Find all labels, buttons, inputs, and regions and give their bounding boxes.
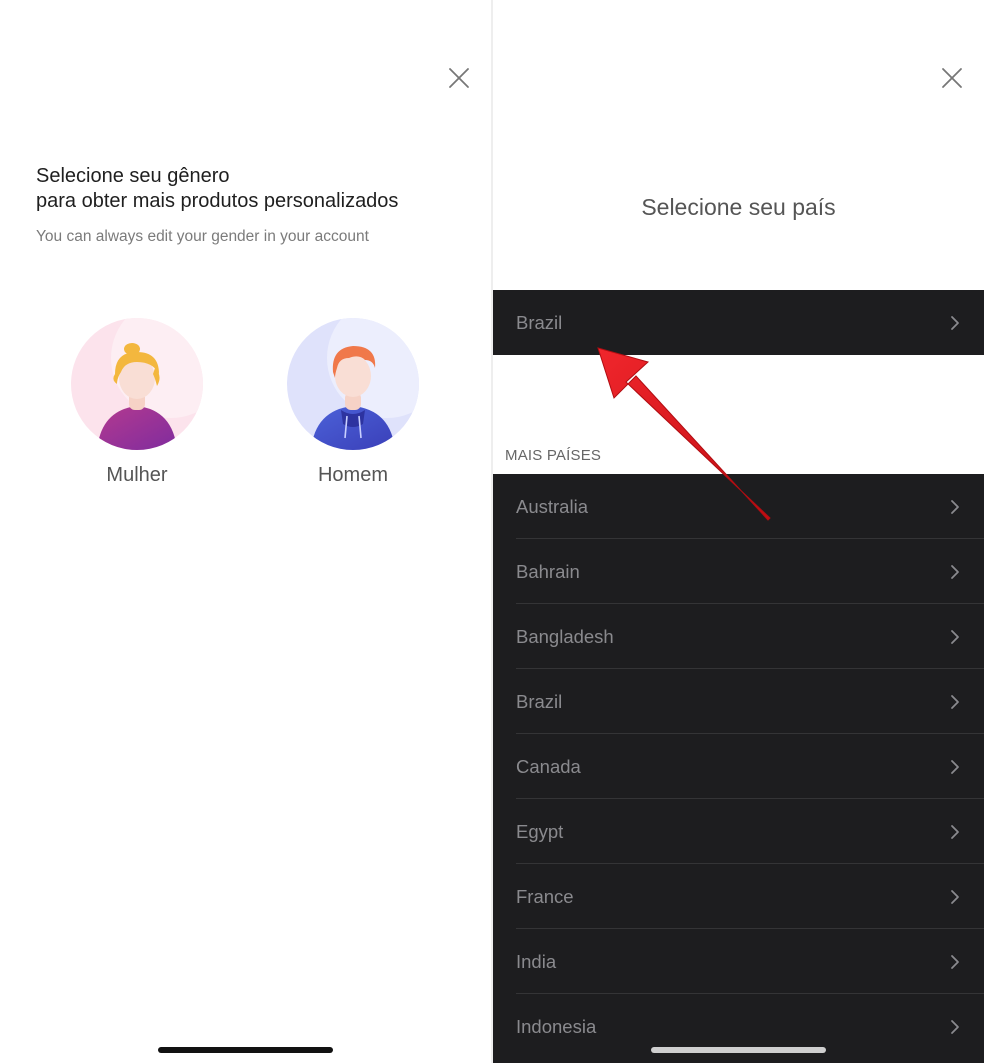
gender-label-male: Homem — [317, 464, 388, 486]
country-label: Canada — [516, 756, 581, 777]
chevron-right-icon — [951, 760, 959, 774]
country-label: France — [516, 886, 574, 907]
country-row[interactable]: Bahrain — [493, 539, 984, 604]
chevron-right-icon — [951, 500, 959, 514]
close-icon[interactable] — [938, 64, 966, 92]
gender-title-line1: Selecione seu gênero — [36, 165, 230, 187]
chevron-right-icon — [951, 565, 959, 579]
country-label: Egypt — [516, 821, 564, 842]
chevron-right-icon — [951, 1020, 959, 1034]
gender-option-female[interactable]: Mulher — [62, 318, 212, 498]
female-avatar-icon — [71, 318, 203, 450]
comparison-stage: Selecione seu gênero para obter mais pro… — [0, 0, 984, 1063]
gender-selection-screen: Selecione seu gênero para obter mais pro… — [0, 0, 491, 1063]
country-label: Brazil — [516, 691, 563, 712]
country-label: Australia — [516, 496, 588, 517]
close-icon[interactable] — [445, 64, 473, 92]
country-label: Bangladesh — [516, 626, 614, 647]
more-countries-label: MAIS PAÍSES — [505, 447, 602, 464]
country-row[interactable]: Canada — [493, 734, 984, 799]
chevron-right-icon — [951, 890, 959, 904]
gender-title-line2: para obter mais produtos personalizados — [36, 190, 399, 212]
country-title: Selecione seu país — [641, 194, 836, 220]
gender-title: Selecione seu gênero para obter mais pro… — [36, 164, 476, 214]
chevron-right-icon — [951, 630, 959, 644]
country-label: Bahrain — [516, 561, 580, 582]
chevron-right-icon — [951, 825, 959, 839]
home-indicator — [651, 1047, 826, 1053]
gender-label-female: Mulher — [106, 464, 168, 486]
selected-country-label: Brazil — [516, 312, 563, 333]
country-row[interactable]: Australia — [493, 474, 984, 539]
country-label: India — [516, 951, 557, 972]
country-selection-screen: Selecione seu país Brazil MAIS PAÍSES Au… — [493, 0, 984, 1063]
country-row[interactable]: Brazil — [493, 669, 984, 734]
gender-subtitle: You can always edit your gender in your … — [36, 228, 369, 245]
gender-option-male[interactable]: Homem — [278, 318, 428, 498]
home-indicator — [158, 1047, 333, 1053]
country-row[interactable]: India — [493, 929, 984, 994]
selected-country-row[interactable]: Brazil — [493, 290, 984, 355]
country-label: Indonesia — [516, 1016, 597, 1037]
chevron-right-icon — [951, 316, 959, 330]
chevron-right-icon — [951, 695, 959, 709]
country-row[interactable]: Bangladesh — [493, 604, 984, 669]
country-list: Australia Bahrain Bangladesh Brazil Cana… — [493, 474, 984, 1063]
country-row[interactable]: France — [493, 864, 984, 929]
male-avatar-icon — [287, 318, 419, 450]
country-row[interactable]: Egypt — [493, 799, 984, 864]
chevron-right-icon — [951, 955, 959, 969]
